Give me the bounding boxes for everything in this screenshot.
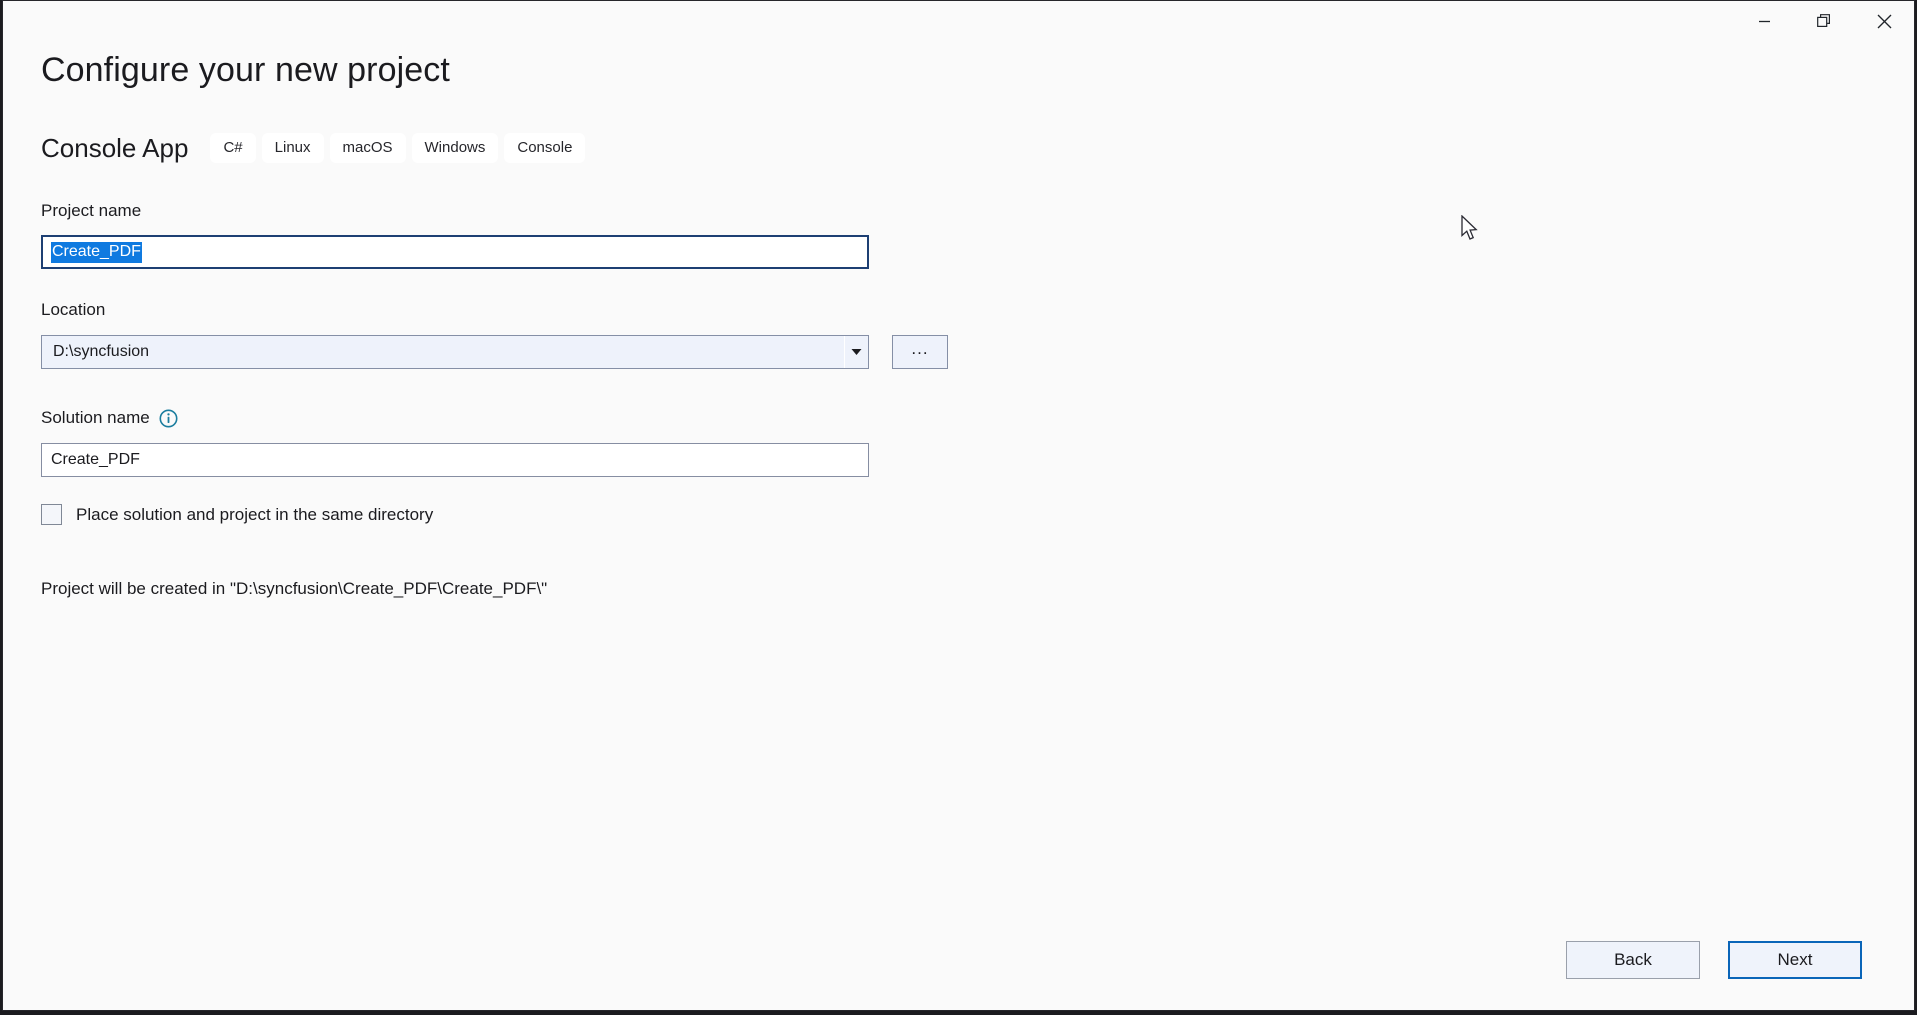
project-name-label: Project name: [41, 201, 142, 220]
page-title: Configure your new project: [41, 51, 450, 89]
same-directory-row[interactable]: Place solution and project in the same d…: [41, 504, 433, 525]
minimize-button[interactable]: [1734, 1, 1794, 41]
restore-icon: [1816, 13, 1832, 29]
minimize-icon: [1758, 15, 1771, 28]
tag-language: C#: [210, 133, 256, 163]
solution-name-label-row: Solution name: [41, 408, 178, 428]
solution-name-label: Solution name: [41, 408, 150, 427]
project-path-note: Project will be created in "D:\syncfusio…: [41, 579, 548, 598]
location-combobox[interactable]: D:\syncfusion: [41, 335, 869, 369]
chevron-down-icon[interactable]: [844, 336, 868, 368]
close-button[interactable]: [1854, 1, 1914, 41]
tag-linux: Linux: [261, 133, 324, 163]
mouse-cursor: [1461, 214, 1481, 243]
template-summary: Console App C# Linux macOS Windows Conso…: [41, 131, 591, 165]
location-value: D:\syncfusion: [53, 343, 150, 360]
same-directory-checkbox[interactable]: [41, 504, 62, 525]
project-name-value: Create_PDF: [51, 241, 142, 263]
project-name-input[interactable]: Create_PDF: [41, 235, 869, 269]
info-icon[interactable]: [159, 409, 178, 428]
template-name: Console App: [41, 132, 189, 163]
solution-name-input[interactable]: Create_PDF: [41, 443, 869, 477]
configure-project-dialog: Configure your new project Console App C…: [2, 0, 1915, 1011]
tag-console: Console: [504, 133, 586, 163]
dialog-footer: Back Next: [3, 918, 1914, 1010]
next-button[interactable]: Next: [1728, 941, 1862, 979]
browse-location-button[interactable]: ...: [892, 335, 948, 369]
back-button[interactable]: Back: [1566, 941, 1700, 979]
solution-name-value: Create_PDF: [51, 451, 140, 468]
tag-macos: macOS: [329, 133, 406, 163]
restore-button[interactable]: [1794, 1, 1854, 41]
title-bar: [3, 1, 1914, 45]
same-directory-label: Place solution and project in the same d…: [76, 504, 434, 524]
location-label: Location: [41, 300, 106, 319]
tag-windows: Windows: [411, 133, 499, 163]
close-icon: [1877, 14, 1892, 29]
